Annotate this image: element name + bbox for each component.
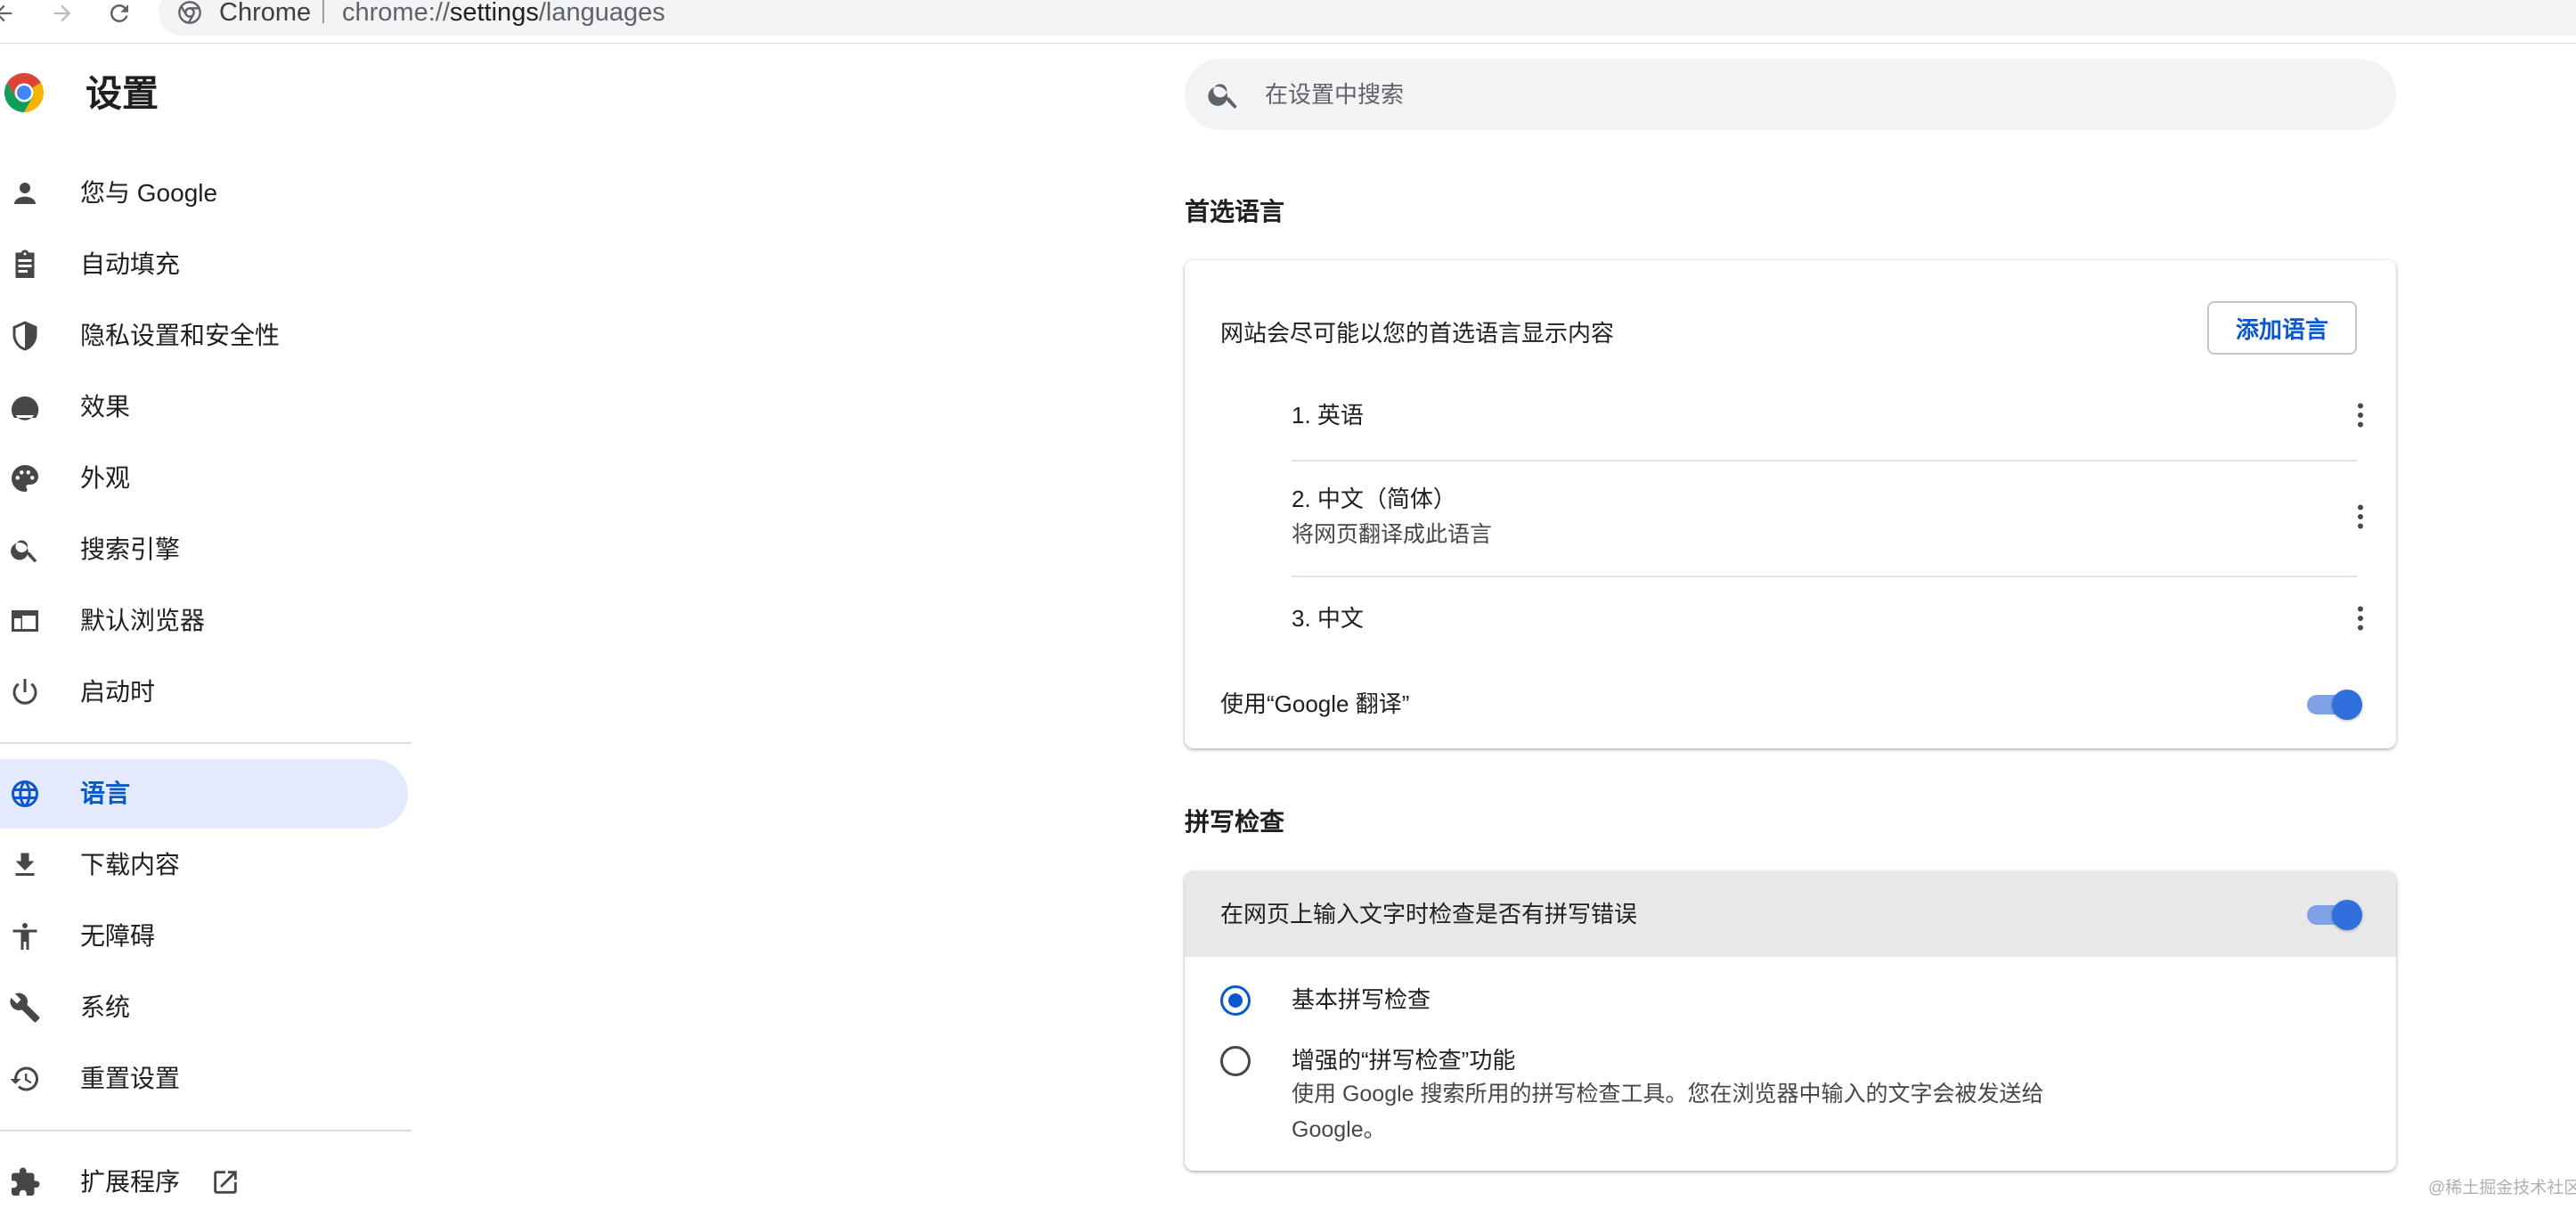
sidebar-divider <box>0 1130 412 1131</box>
url-text[interactable]: chrome://settings/languages <box>342 0 665 27</box>
language-note: 将网页翻译成此语言 <box>1292 522 1493 547</box>
browser-toolbar: Chrome chrome://settings/languages <box>0 0 2576 44</box>
puzzle-icon <box>12 1167 40 1196</box>
enhanced-spellcheck-radio[interactable] <box>1220 1046 1251 1076</box>
sidebar-item-label: 您与 Google <box>80 179 218 207</box>
row-divider <box>1292 576 2357 577</box>
spellcheck-toggle-row[interactable]: 在网页上输入文字时检查是否有拼写错误 <box>1185 871 2396 957</box>
open-in-new-icon <box>214 1171 237 1194</box>
arrow-left-icon <box>0 4 12 22</box>
basic-spellcheck-radio[interactable] <box>1220 985 1251 1016</box>
arrow-right-icon <box>53 4 71 22</box>
sidebar-item-performance[interactable]: 效果 <box>0 372 408 442</box>
google-translate-label: 使用“Google 翻译” <box>1220 690 1410 717</box>
sidebar-item-label: 效果 <box>80 393 131 421</box>
preferred-languages-description: 网站会尽可能以您的首选语言显示内容 <box>1220 320 1615 347</box>
reload-button[interactable] <box>103 0 135 27</box>
forward-button[interactable] <box>46 0 78 27</box>
palette-icon <box>12 465 38 492</box>
reload-icon <box>110 4 128 22</box>
enhanced-spellcheck-description: 使用 Google 搜索所用的拼写检查工具。您在浏览器中输入的文字会被发送给 <box>1292 1082 2044 1107</box>
google-translate-toggle[interactable] <box>2303 686 2362 722</box>
sidebar-item-autofill[interactable]: 自动填充 <box>0 230 408 299</box>
wrench-icon <box>10 992 40 1023</box>
spellcheck-title: 拼写检查 <box>1185 808 1285 836</box>
row-divider <box>1292 460 2357 461</box>
spellcheck-toggle[interactable] <box>2303 896 2362 932</box>
sidebar-item-default-browser[interactable]: 默认浏览器 <box>0 586 408 656</box>
preferred-languages-card: 网站会尽可能以您的首选语言显示内容 添加语言 1. 英语 2. 中文（简体） 将… <box>1185 260 2396 748</box>
sidebar-item-label: 自动填充 <box>80 250 181 278</box>
search-input[interactable]: 在设置中搜索 <box>1265 59 1404 130</box>
preferred-languages-title: 首选语言 <box>1185 198 1285 225</box>
enhanced-spellcheck-label[interactable]: 增强的“拼写检查”功能 <box>1292 1044 1515 1076</box>
clipboard-icon <box>15 249 35 278</box>
power-icon <box>12 679 37 705</box>
sidebar-item-accessibility[interactable]: 无障碍 <box>0 902 408 971</box>
sidebar-item-label: 启动时 <box>80 678 156 706</box>
toggle-knob <box>2332 690 2362 720</box>
more-vert-icon[interactable] <box>2344 399 2376 431</box>
basic-spellcheck-label[interactable]: 基本拼写检查 <box>1292 984 1431 1016</box>
sidebar-divider <box>0 742 412 744</box>
sidebar-item-label: 语言 <box>80 780 131 807</box>
url-path: /languages <box>538 0 665 27</box>
sidebar-item-system[interactable]: 系统 <box>0 973 408 1042</box>
site-name: Chrome <box>219 0 312 27</box>
language-name: 1. 英语 <box>1292 402 1364 429</box>
history-icon <box>10 1066 39 1091</box>
back-button[interactable] <box>0 0 20 27</box>
shield-icon <box>12 321 37 351</box>
watermark: @稀土掘金技术社区 <box>2428 1179 2576 1197</box>
sidebar-item-languages[interactable]: 语言 <box>0 759 408 829</box>
url-host: settings <box>449 0 539 27</box>
settings-search-bar[interactable]: 在设置中搜索 <box>1185 59 2396 130</box>
accessibility-icon <box>12 923 37 950</box>
download-icon <box>15 853 35 876</box>
more-vert-icon[interactable] <box>2344 602 2376 634</box>
page-title: 设置 <box>86 73 159 114</box>
spellcheck-card: 在网页上输入文字时检查是否有拼写错误 基本拼写检查 增强的“拼写检查”功能 使用… <box>1185 871 2396 1171</box>
language-name: 3. 中文 <box>1292 605 1364 632</box>
sidebar-item-appearance[interactable]: 外观 <box>0 444 408 513</box>
sidebar-item-extensions[interactable]: 扩展程序 <box>0 1148 408 1217</box>
sidebar-item-label: 搜索引擎 <box>80 535 181 563</box>
sidebar-item-reset[interactable]: 重置设置 <box>0 1044 408 1114</box>
sidebar-item-label: 隐私设置和安全性 <box>80 322 281 349</box>
chrome-logo-icon <box>3 71 45 114</box>
more-vert-icon[interactable] <box>2344 501 2376 533</box>
sidebar-item-label: 下载内容 <box>80 851 181 878</box>
enhanced-spellcheck-description-cont: Google。 <box>1292 1117 1386 1142</box>
sidebar-item-label: 默认浏览器 <box>80 607 206 634</box>
url-prefix: chrome:// <box>342 0 450 27</box>
globe-icon <box>12 780 38 807</box>
speedometer-icon <box>11 396 39 421</box>
sidebar-item-you-and-google[interactable]: 您与 Google <box>0 159 408 228</box>
url-separator <box>322 0 324 23</box>
sidebar-item-privacy[interactable]: 隐私设置和安全性 <box>0 301 408 371</box>
add-language-button[interactable]: 添加语言 <box>2207 301 2357 355</box>
sidebar-item-label: 系统 <box>80 993 131 1021</box>
browser-window-icon <box>12 610 38 632</box>
sidebar-item-label: 外观 <box>80 464 131 492</box>
sidebar-item-downloads[interactable]: 下载内容 <box>0 830 408 900</box>
sidebar-item-label: 扩展程序 <box>80 1168 181 1196</box>
spellcheck-toggle-label: 在网页上输入文字时检查是否有拼写错误 <box>1220 901 1638 927</box>
search-icon <box>1208 84 1237 109</box>
sidebar-item-on-startup[interactable]: 启动时 <box>0 658 408 727</box>
chrome-site-icon[interactable] <box>176 0 203 25</box>
language-name: 2. 中文（简体） <box>1292 486 1456 512</box>
search-icon <box>11 540 37 563</box>
toggle-knob <box>2332 900 2362 930</box>
sidebar-item-search-engine[interactable]: 搜索引擎 <box>0 515 408 584</box>
sidebar-item-label: 重置设置 <box>80 1065 181 1092</box>
person-icon <box>14 183 36 204</box>
sidebar-item-label: 无障碍 <box>80 922 156 950</box>
